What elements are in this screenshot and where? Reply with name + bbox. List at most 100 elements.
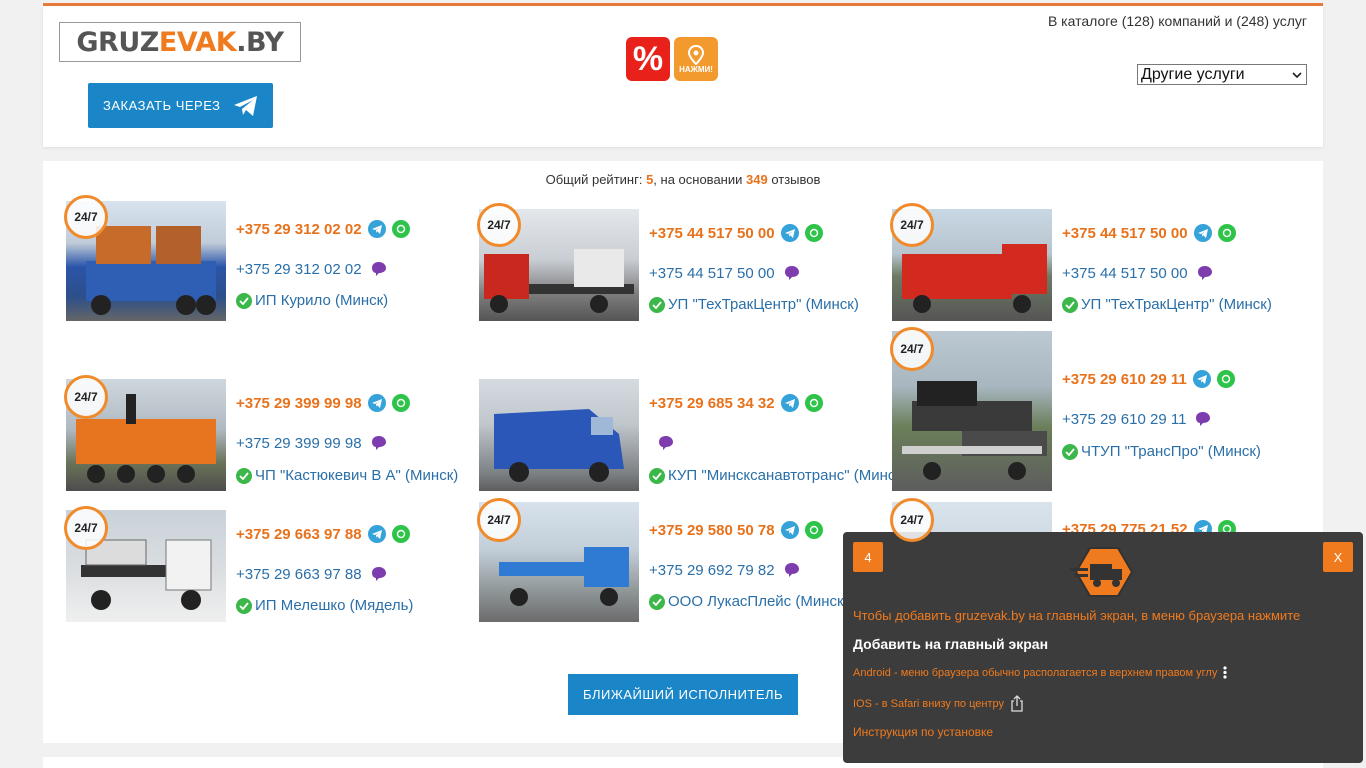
- viber-icon[interactable]: [1194, 410, 1213, 428]
- viber-icon[interactable]: [369, 565, 388, 583]
- whatsapp-icon[interactable]: [391, 220, 410, 238]
- telegram-icon: [234, 96, 257, 116]
- viber-phone[interactable]: +375 44 517 50 00: [1062, 264, 1214, 282]
- telegram-icon[interactable]: [367, 525, 386, 543]
- company-name: КУП "Минсксанавтотранс" (Минск): [668, 467, 907, 484]
- telegram-icon[interactable]: [1192, 370, 1211, 388]
- primary-phone[interactable]: +375 29 399 99 98: [236, 394, 410, 412]
- phone-number: +375 44 517 50 00: [1062, 224, 1188, 242]
- viber-phone[interactable]: +375 44 517 50 00: [649, 264, 801, 282]
- android-instruction: Android - меню браузера обычно располага…: [853, 666, 1227, 679]
- logo-text-evak: EVAK: [158, 26, 237, 58]
- company-name-link[interactable]: УП "ТехТракЦентр" (Минск): [649, 296, 859, 313]
- company-card[interactable]: 24/7 +375 44 517 50 00 +375 44 517 50 00…: [890, 201, 1305, 321]
- whatsapp-icon[interactable]: [391, 394, 410, 412]
- phone-number: +375 29 580 50 78: [649, 521, 775, 539]
- viber-icon[interactable]: [369, 434, 388, 452]
- site-logo[interactable]: GRUZ EVAK .BY: [59, 22, 301, 62]
- whatsapp-icon[interactable]: [1216, 370, 1235, 388]
- company-card[interactable]: 24/7 +375 29 312 02 02 +375 29 312 02 02…: [64, 195, 479, 321]
- whatsapp-icon[interactable]: [1217, 224, 1236, 242]
- phone-number: +375 29 399 99 98: [236, 394, 362, 412]
- primary-phone[interactable]: +375 44 517 50 00: [649, 224, 823, 242]
- popup-counter[interactable]: 4: [853, 542, 883, 572]
- company-card[interactable]: 24/7 +375 44 517 50 00 +375 44 517 50 00…: [477, 201, 892, 321]
- order-via-telegram-button[interactable]: ЗАКАЗАТЬ ЧЕРЕЗ: [88, 83, 273, 128]
- installation-guide-link[interactable]: Инструкция по установке: [853, 725, 993, 739]
- nearest-provider-button[interactable]: БЛИЖАЙШИЙ ИСПОЛНИТЕЛЬ: [568, 674, 798, 715]
- company-name-link[interactable]: ЧТУП "ТрансПро" (Минск): [1062, 443, 1261, 460]
- company-card[interactable]: 24/7 +375 29 663 97 88 +375 29 663 97 88…: [64, 506, 479, 622]
- telegram-icon[interactable]: [1193, 224, 1212, 242]
- services-select[interactable]: Другие услуги: [1137, 64, 1307, 85]
- badge-24-7-icon: 24/7: [890, 327, 934, 371]
- ios-instruction: IOS - в Safari внизу по центру: [853, 695, 1024, 712]
- phone-number: +375 29 685 34 32: [649, 394, 775, 412]
- viber-phone[interactable]: +375 29 399 99 98: [236, 434, 388, 452]
- company-card[interactable]: 24/7 +375 29 580 50 78 +375 29 692 79 82…: [477, 498, 892, 622]
- telegram-icon[interactable]: [780, 224, 799, 242]
- company-name-link[interactable]: ИП Мелешко (Мядель): [236, 597, 413, 614]
- verified-check-icon: [1062, 443, 1078, 460]
- van-photo[interactable]: [479, 379, 639, 491]
- popup-close-button[interactable]: X: [1323, 542, 1353, 572]
- badge-24-7-icon: 24/7: [477, 203, 521, 247]
- viber-icon[interactable]: [782, 264, 801, 282]
- badge-24-7-icon: 24/7: [64, 375, 108, 419]
- viber-icon[interactable]: [369, 260, 388, 278]
- company-name: ИП Мелешко (Мядель): [255, 597, 414, 614]
- primary-phone[interactable]: +375 29 685 34 32: [649, 394, 823, 412]
- phone-number: +375 29 312 02 02: [236, 260, 362, 278]
- primary-phone[interactable]: +375 29 663 97 88: [236, 525, 410, 543]
- verified-check-icon: [236, 597, 252, 614]
- phone-number: +375 29 692 79 82: [649, 561, 775, 579]
- company-name-link[interactable]: ООО ЛукасПлейс (Минск): [649, 593, 849, 610]
- company-name: ЧТУП "ТрансПро" (Минск): [1081, 443, 1261, 460]
- viber-icon[interactable]: [1195, 264, 1214, 282]
- discount-promo-icon[interactable]: %: [626, 37, 670, 81]
- company-name-link[interactable]: КУП "Минсксанавтотранс" (Минск): [649, 467, 907, 484]
- company-name-link[interactable]: ИП Курило (Минск): [236, 292, 388, 309]
- phone-number: +375 29 312 02 02: [236, 220, 362, 238]
- logo-text-gruz: GRUZ: [76, 26, 159, 58]
- viber-phone[interactable]: +375 29 610 29 11: [1062, 410, 1213, 428]
- map-promo-icon[interactable]: НАЖМИ!: [674, 37, 718, 81]
- viber-icon[interactable]: [657, 434, 675, 452]
- whatsapp-icon[interactable]: [391, 525, 410, 543]
- add-to-homescreen-popup: 4 X Чтобы добавить gruzevak.by на главны…: [843, 532, 1363, 763]
- whatsapp-icon[interactable]: [804, 521, 823, 539]
- telegram-icon[interactable]: [367, 394, 386, 412]
- company-card[interactable]: 24/7 +375 29 399 99 98 +375 29 399 99 98…: [64, 375, 479, 491]
- map-promo-label: НАЖМИ!: [679, 64, 713, 74]
- viber-phone[interactable]: [649, 434, 675, 452]
- chevron-down-icon: [1292, 71, 1302, 78]
- company-name-link[interactable]: ЧП "Кастюкевич В А" (Минск): [236, 467, 458, 484]
- services-select-value: Другие услуги: [1141, 65, 1245, 83]
- company-card[interactable]: +375 29 685 34 32 КУП "Минсксанавтотранс…: [479, 379, 907, 491]
- site-header: GRUZ EVAK .BY ЗАКАЗАТЬ ЧЕРЕЗ % НАЖМИ! В ка…: [43, 6, 1323, 147]
- share-icon: [1011, 695, 1023, 712]
- badge-24-7-icon: 24/7: [64, 195, 108, 239]
- viber-phone[interactable]: +375 29 663 97 88: [236, 565, 388, 583]
- phone-number: +375 29 399 99 98: [236, 434, 362, 452]
- company-name-link[interactable]: УП "ТехТракЦентр" (Минск): [1062, 296, 1272, 313]
- overall-rating: Общий рейтинг: 5, на основании 349 отзыв…: [43, 172, 1323, 187]
- viber-icon[interactable]: [782, 561, 801, 579]
- company-card[interactable]: 24/7 +375 29 610 29 11 +375 29 610 29 11…: [890, 327, 1305, 491]
- primary-phone[interactable]: +375 29 610 29 11: [1062, 370, 1235, 388]
- whatsapp-icon[interactable]: [804, 224, 823, 242]
- telegram-icon[interactable]: [780, 394, 799, 412]
- primary-phone[interactable]: +375 44 517 50 00: [1062, 224, 1236, 242]
- telegram-icon[interactable]: [367, 220, 386, 238]
- whatsapp-icon[interactable]: [804, 394, 823, 412]
- telegram-icon[interactable]: [780, 521, 799, 539]
- viber-phone[interactable]: +375 29 692 79 82: [649, 561, 801, 579]
- verified-check-icon: [649, 296, 665, 313]
- viber-phone[interactable]: +375 29 312 02 02: [236, 260, 388, 278]
- primary-phone[interactable]: +375 29 580 50 78: [649, 521, 823, 539]
- popup-instruction-text: Чтобы добавить gruzevak.by на главный эк…: [853, 608, 1301, 623]
- company-name: ИП Курило (Минск): [255, 292, 389, 309]
- primary-phone[interactable]: +375 29 312 02 02: [236, 220, 410, 238]
- ios-text: IOS - в Safari внизу по центру: [853, 697, 1004, 710]
- rating-prefix: Общий рейтинг:: [545, 172, 647, 187]
